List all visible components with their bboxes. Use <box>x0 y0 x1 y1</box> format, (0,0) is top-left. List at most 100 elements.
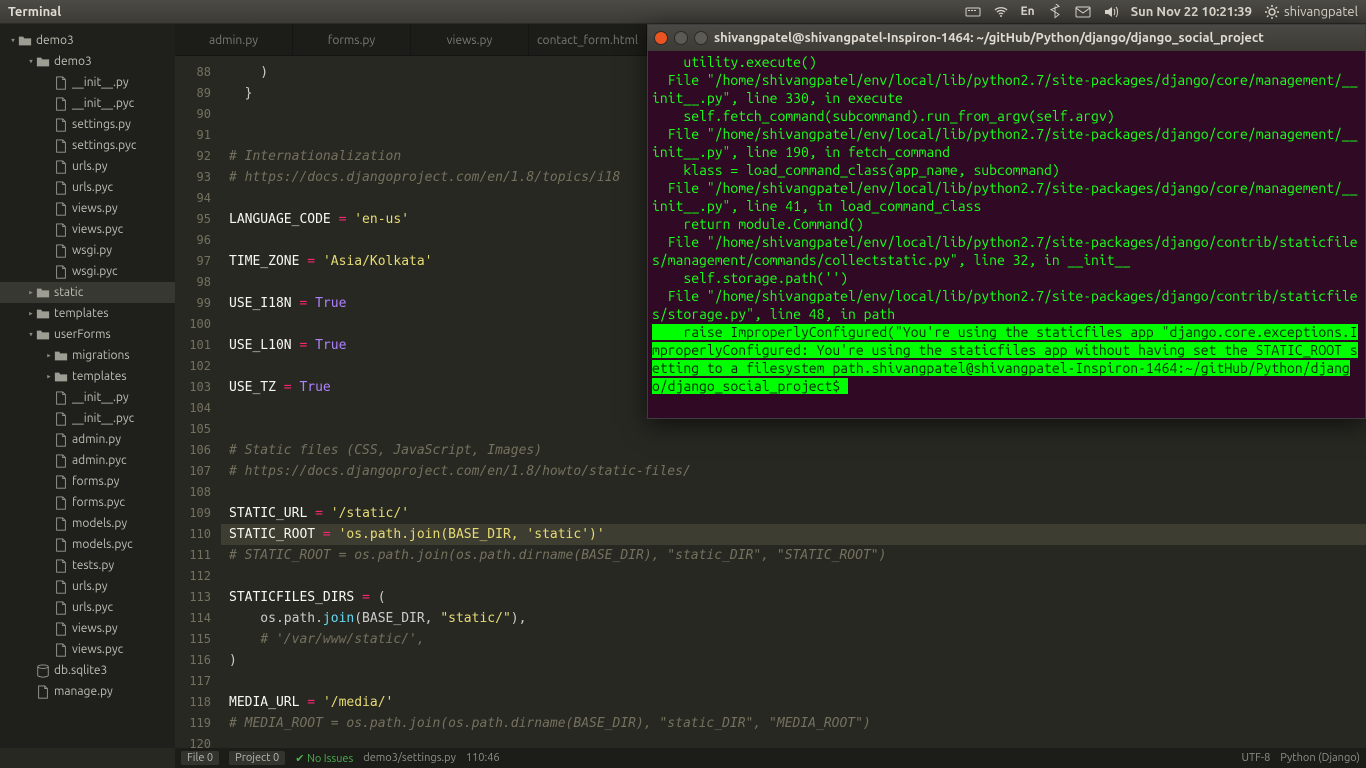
project-issues-pill[interactable]: Project 0 <box>229 751 285 765</box>
editor-tab[interactable]: contact_form.html <box>529 24 647 56</box>
maximize-icon[interactable] <box>694 31 708 45</box>
code-line[interactable]: STATIC_URL = '/static/' <box>229 503 1366 524</box>
system-tray: En Sun Nov 22 10:21:39 shivangpatel <box>965 4 1358 20</box>
code-line[interactable]: # MEDIA_ROOT = os.path.join(os.path.dirn… <box>229 713 1366 734</box>
file-icon <box>54 223 68 237</box>
tree-item[interactable]: ▸static <box>0 282 175 303</box>
file-issues-pill[interactable]: File 0 <box>181 751 219 765</box>
tree-item[interactable]: tests.py <box>0 555 175 576</box>
code-line[interactable]: STATICFILES_DIRS = ( <box>229 587 1366 608</box>
tree-item[interactable]: __init__.py <box>0 72 175 93</box>
tree-item[interactable]: __init__.py <box>0 387 175 408</box>
tree-item-label: __init__.py <box>72 391 129 404</box>
tree-item[interactable]: forms.pyc <box>0 492 175 513</box>
language-mode[interactable]: Python (Django) <box>1280 752 1360 764</box>
caret-icon: ▸ <box>44 372 54 382</box>
tree-item[interactable]: manage.py <box>0 681 175 702</box>
clock[interactable]: Sun Nov 22 10:21:39 <box>1131 5 1252 19</box>
code-line[interactable]: ) <box>229 650 1366 671</box>
minimize-icon[interactable] <box>674 31 688 45</box>
tree-item[interactable]: ▸templates <box>0 366 175 387</box>
tree-item[interactable]: db.sqlite3 <box>0 660 175 681</box>
file-icon <box>54 244 68 258</box>
tree-item[interactable]: admin.py <box>0 429 175 450</box>
code-line[interactable] <box>229 419 1366 440</box>
tree-item[interactable]: __init__.pyc <box>0 408 175 429</box>
editor-tab[interactable]: forms.py <box>293 24 411 56</box>
mail-icon[interactable] <box>1075 4 1091 20</box>
tree-item[interactable]: __init__.pyc <box>0 93 175 114</box>
tree-item[interactable]: ▾userForms <box>0 324 175 345</box>
tree-item[interactable]: wsgi.pyc <box>0 261 175 282</box>
keyboard-icon[interactable] <box>965 4 981 20</box>
tree-item[interactable]: admin.pyc <box>0 450 175 471</box>
caret-icon: ▸ <box>26 309 36 319</box>
code-line[interactable] <box>229 671 1366 692</box>
tree-item[interactable]: settings.pyc <box>0 135 175 156</box>
tree-item[interactable]: ▾demo3 <box>0 30 175 51</box>
editor-tab[interactable]: admin.py <box>175 24 293 56</box>
tree-item[interactable]: ▾ demo3 <box>0 51 175 72</box>
terminal-titlebar[interactable]: shivangpatel@shivangpatel-Inspiron-1464:… <box>648 25 1365 51</box>
code-line[interactable] <box>229 734 1366 748</box>
file-icon <box>54 118 68 132</box>
bluetooth-icon[interactable] <box>1047 4 1063 20</box>
file-icon <box>54 391 68 405</box>
file-tree[interactable]: ▾demo3▾demo3__init__.py__init__.pycsetti… <box>0 24 175 748</box>
close-icon[interactable] <box>654 31 668 45</box>
terminal-window[interactable]: shivangpatel@shivangpatel-Inspiron-1464:… <box>647 24 1366 419</box>
tree-item[interactable]: models.py <box>0 513 175 534</box>
tree-item-label: urls.pyc <box>72 601 113 614</box>
tree-item[interactable]: models.pyc <box>0 534 175 555</box>
code-line[interactable]: # STATIC_ROOT = os.path.join(os.path.dir… <box>229 545 1366 566</box>
app-title: Terminal <box>8 5 61 19</box>
tree-item-label: models.py <box>72 517 127 530</box>
code-line[interactable]: # Static files (CSS, JavaScript, Images) <box>229 440 1366 461</box>
user-menu[interactable]: shivangpatel <box>1264 4 1358 20</box>
tree-item[interactable]: views.pyc <box>0 219 175 240</box>
file-icon <box>54 517 68 531</box>
folder-icon <box>36 55 50 69</box>
tree-item[interactable]: ▸templates <box>0 303 175 324</box>
terminal-line: File "/home/shivangpatel/env/local/lib/p… <box>652 234 1358 268</box>
user-label: shivangpatel <box>1284 5 1358 19</box>
volume-icon[interactable] <box>1103 4 1119 20</box>
tree-item[interactable]: settings.py <box>0 114 175 135</box>
tree-item-label: static <box>54 286 83 299</box>
code-line[interactable]: MEDIA_URL = '/media/' <box>229 692 1366 713</box>
tree-item-label: admin.pyc <box>72 454 127 467</box>
menubar: Terminal En Sun Nov 22 10:21:39 shivangp… <box>0 0 1366 24</box>
code-line[interactable]: os.path.join(BASE_DIR, "static/"), <box>229 608 1366 629</box>
tree-item[interactable]: urls.pyc <box>0 177 175 198</box>
tree-item[interactable]: views.py <box>0 618 175 639</box>
tree-item-label: forms.pyc <box>72 496 125 509</box>
gear-icon <box>1264 4 1280 20</box>
file-icon <box>54 433 68 447</box>
tree-item-label: demo3 <box>54 55 92 68</box>
code-line[interactable]: # https://docs.djangoproject.com/en/1.8/… <box>229 461 1366 482</box>
terminal-body[interactable]: utility.execute() File "/home/shivangpat… <box>648 51 1365 418</box>
tree-item[interactable]: wsgi.py <box>0 240 175 261</box>
code-line[interactable] <box>229 566 1366 587</box>
tree-item[interactable]: urls.pyc <box>0 597 175 618</box>
code-line[interactable]: # '/var/www/static/', <box>229 629 1366 650</box>
tree-item[interactable]: ▸migrations <box>0 345 175 366</box>
terminal-line: File "/home/shivangpatel/env/local/lib/p… <box>652 72 1358 106</box>
language-indicator[interactable]: En <box>1021 4 1035 20</box>
tree-item[interactable]: urls.py <box>0 576 175 597</box>
encoding[interactable]: UTF-8 <box>1241 752 1270 764</box>
wifi-icon[interactable] <box>993 4 1009 20</box>
status-path: demo3/settings.py <box>363 752 456 764</box>
code-line[interactable]: STATIC_ROOT = 'os.path.join(BASE_DIR, 's… <box>221 524 1366 545</box>
file-icon <box>54 643 68 657</box>
tree-item[interactable]: views.py <box>0 198 175 219</box>
editor-tab[interactable]: views.py <box>411 24 529 56</box>
file-icon <box>54 538 68 552</box>
tree-item[interactable]: urls.py <box>0 156 175 177</box>
code-line[interactable] <box>229 482 1366 503</box>
tree-item[interactable]: forms.py <box>0 471 175 492</box>
file-icon <box>54 580 68 594</box>
terminal-line: self.fetch_command(subcommand).run_from_… <box>652 108 1115 124</box>
caret-icon: ▾ <box>26 57 36 67</box>
tree-item[interactable]: views.pyc <box>0 639 175 660</box>
